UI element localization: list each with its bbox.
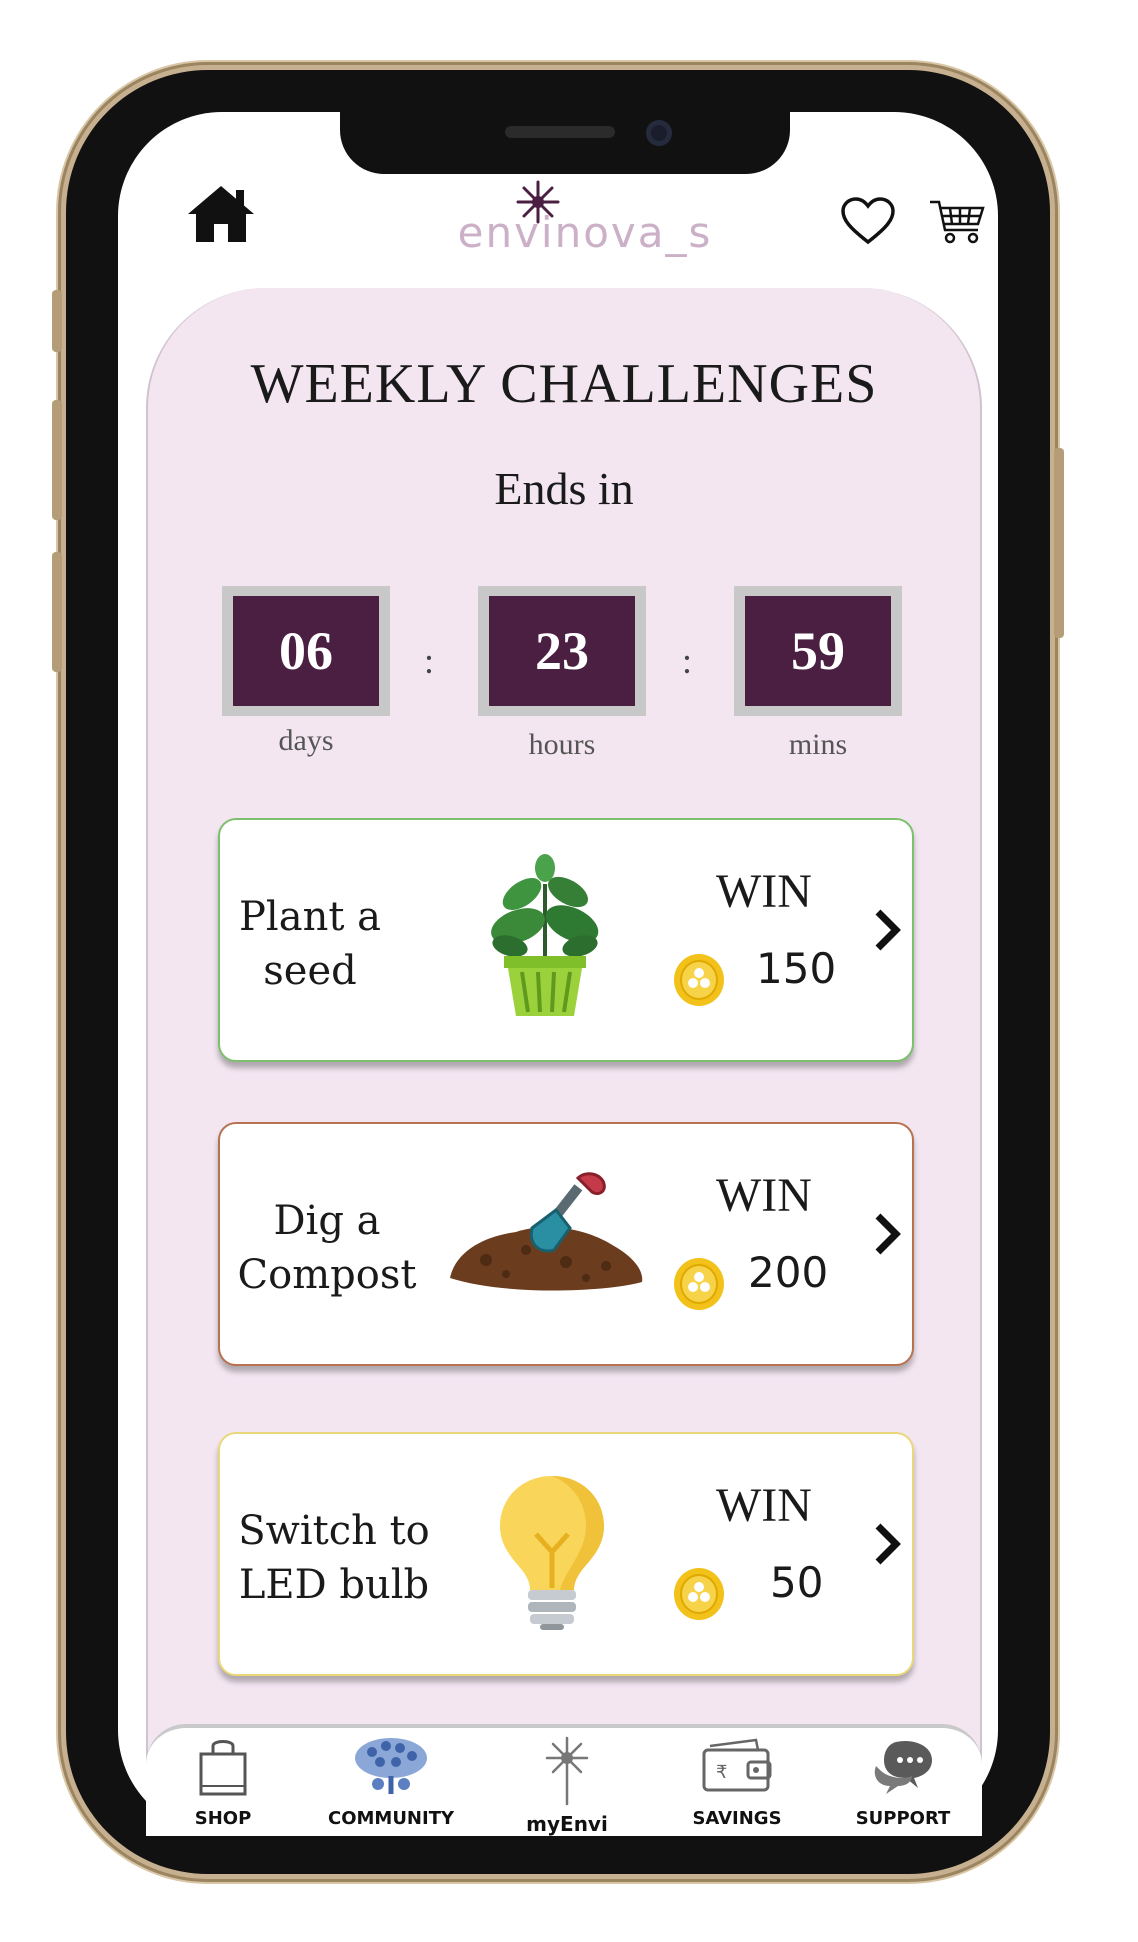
challenge-card-compost[interactable]: Dig a Compost WIN 200 [218,1122,914,1366]
cart-icon[interactable] [928,196,986,246]
timer-days-value: 06 [233,596,379,706]
chevron-right-icon[interactable] [872,908,902,952]
nav-label: SUPPORT [855,1808,951,1829]
speaker-grille [505,126,615,138]
coin-icon [674,954,724,1006]
page-title: WEEKLY CHALLENGES [250,353,878,415]
nav-community[interactable]: COMMUNITY [316,1736,466,1832]
community-tree-icon [355,1738,427,1794]
logo-text: envinova_s [457,208,713,257]
heart-icon[interactable] [840,196,896,246]
timer-mins-value: 59 [745,596,891,706]
nav-label: SHOP [194,1808,252,1829]
compost-shovel-icon [450,1172,643,1291]
nav-support[interactable]: SUPPORT [828,1736,978,1832]
timer-separator: : [424,641,435,681]
light-bulb-icon [500,1476,604,1630]
timer-hours-value: 23 [489,596,635,706]
app-logo: envinova_s [450,180,720,260]
challenge-label: Dig a Compost [237,1198,417,1298]
home-icon[interactable] [186,182,256,246]
nav-myenvi[interactable]: myEnvi [492,1736,642,1836]
timer-days-label: days [278,724,334,757]
volume-up-button [52,400,62,520]
notch [340,108,790,174]
chevron-right-icon[interactable] [872,1212,902,1256]
points-value: 200 [748,1248,829,1297]
front-camera [646,120,672,146]
challenge-label: Switch to LED bulb [238,1508,430,1608]
coin-icon [674,1568,724,1620]
challenge-card-plant[interactable]: Plant a seed WIN 150 [218,818,914,1062]
nav-label: COMMUNITY [327,1808,455,1829]
power-button [1054,448,1064,638]
win-label: WIN [716,1169,812,1222]
nav-label: myEnvi [526,1812,608,1836]
timer-separator: : [682,641,693,681]
win-label: WIN [716,865,812,918]
points-value: 50 [770,1558,824,1607]
timer-mins-label: mins [788,728,848,761]
dandelion-icon [545,1736,589,1806]
chevron-right-icon[interactable] [872,1522,902,1566]
wallet-icon: ₹ [702,1738,772,1792]
win-label: WIN [716,1479,812,1532]
svg-text:₹: ₹ [716,1762,727,1783]
chat-bubbles-icon [874,1740,932,1794]
ends-in-label: Ends in [494,463,634,514]
nav-label: SAVINGS [692,1808,782,1829]
challenge-label: Plant a seed [239,894,381,994]
plant-pot-icon [491,854,599,1016]
timer-hours-label: hours [528,728,596,761]
nav-savings[interactable]: ₹ SAVINGS [662,1736,812,1832]
points-value: 150 [756,944,837,993]
challenge-card-led[interactable]: Switch to LED bulb WIN 50 [218,1432,914,1676]
mute-switch [52,290,62,352]
volume-down-button [52,552,62,672]
timer-hours-box: 23 [478,586,646,716]
timer-mins-box: 59 [734,586,902,716]
timer-days-box: 06 [222,586,390,716]
coin-icon [674,1258,724,1310]
shopping-bag-icon [199,1740,247,1796]
nav-shop[interactable]: SHOP [148,1736,298,1832]
